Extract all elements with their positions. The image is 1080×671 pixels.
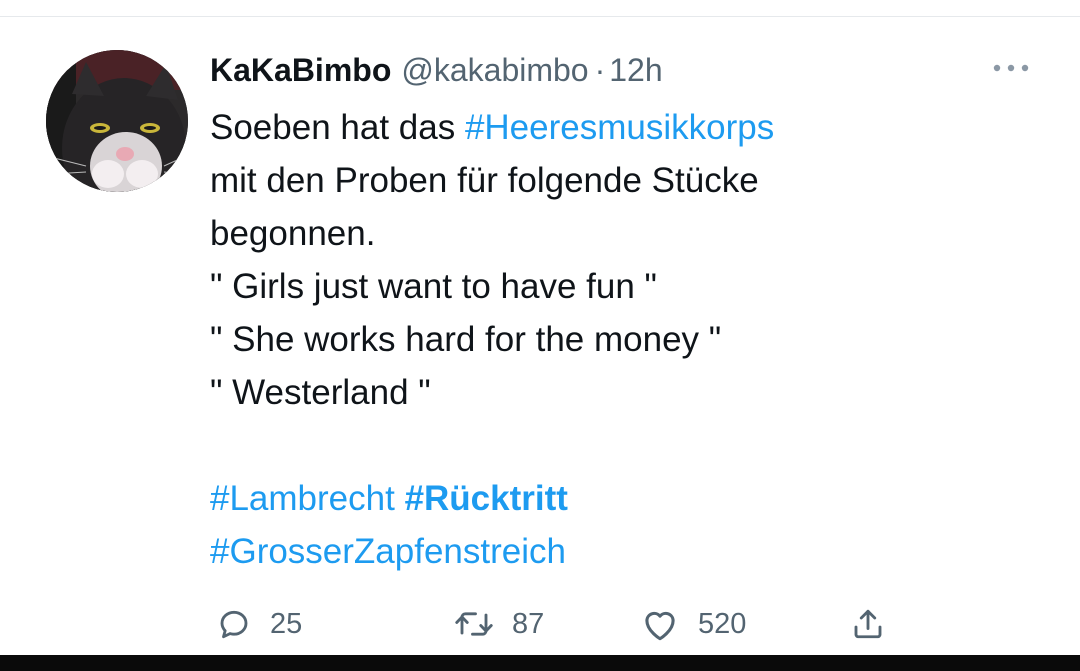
more-button[interactable] [988, 56, 1034, 80]
more-icon [993, 64, 1029, 72]
tweet-line: " Girls just want to have fun " [210, 260, 1010, 313]
hashtag-link[interactable]: #Rücktritt [405, 479, 568, 518]
avatar[interactable] [46, 50, 188, 192]
hashtag-link[interactable]: #Heeresmusikkorps [465, 108, 774, 147]
text-segment: " Westerland " [210, 373, 431, 412]
like-icon [645, 611, 675, 641]
retweet-button[interactable]: 87 [454, 600, 544, 648]
text-segment: Soeben hat das [210, 108, 465, 147]
hashtag-line: #GrosserZapfenstreich [210, 525, 1010, 578]
like-button[interactable]: 520 [640, 600, 746, 648]
share-button[interactable] [850, 600, 886, 648]
action-bar: 25 87 520 [210, 600, 910, 648]
handle[interactable]: @kakabimbo [401, 52, 588, 89]
text-segment: " She works hard for the money " [210, 320, 722, 359]
timestamp[interactable]: 12h [609, 52, 662, 89]
retweet-count: 87 [512, 607, 545, 640]
tweet-line: " Westerland " [210, 366, 1010, 419]
text-segment: mit den Proben für folgende Stücke [210, 161, 759, 200]
cat-avatar-image [46, 50, 188, 192]
share-icon [854, 609, 882, 639]
text-segment: begonnen. [210, 214, 376, 253]
tweet-text: Soeben hat das #Heeresmusikkorps mit den… [210, 101, 1010, 578]
display-name[interactable]: KaKaBimbo [210, 52, 391, 89]
tweet-line: Soeben hat das #Heeresmusikkorps [210, 101, 1010, 154]
hashtag-link[interactable]: #Lambrecht [210, 479, 395, 518]
like-count: 520 [698, 607, 747, 640]
hashtag-link[interactable]: #GrosserZapfenstreich [210, 532, 566, 571]
retweet-icon [455, 612, 493, 636]
tweet-line: " She works hard for the money " [210, 313, 1010, 366]
reply-icon [220, 610, 248, 639]
reply-button[interactable]: 25 [216, 600, 302, 648]
reply-count: 25 [270, 607, 303, 640]
hashtag-line: #Lambrecht #Rücktritt [210, 472, 1010, 525]
tweet-line: begonnen. [210, 207, 1010, 260]
tweet-header: KaKaBimbo @kakabimbo · 12h [210, 50, 663, 90]
top-divider [0, 16, 1080, 17]
tweet-line: mit den Proben für folgende Stücke [210, 154, 1010, 207]
bottom-bar [0, 655, 1080, 671]
text-segment: " Girls just want to have fun " [210, 267, 657, 306]
separator-dot: · [594, 51, 606, 88]
